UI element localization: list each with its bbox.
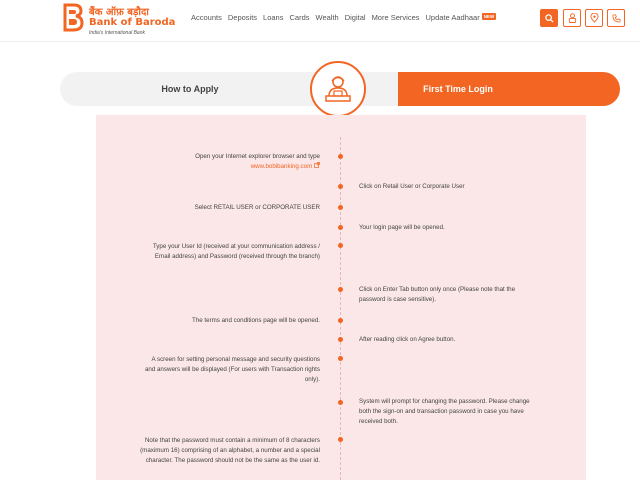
timeline-dot: [338, 205, 343, 210]
brand-name: Bank of Baroda: [89, 17, 176, 28]
tab-first-time-login-label: First Time Login: [423, 84, 493, 94]
main-nav: Accounts Deposits Loans Cards Wealth Dig…: [191, 13, 502, 22]
location-icon: [589, 13, 599, 23]
site-header: बैंक ऑफ़ बड़ौदा Bank of Baroda India's I…: [0, 0, 640, 42]
nav-digital[interactable]: Digital: [345, 13, 366, 22]
account-button[interactable]: [563, 9, 581, 27]
step-1: Open your Internet explorer browser and …: [140, 152, 320, 172]
new-badge: NEW: [481, 13, 497, 20]
step-5: Type your User Id (received at your comm…: [152, 243, 320, 260]
timeline-dot: [338, 337, 343, 342]
nav-update-aadhaar[interactable]: Update Aadhaar NEW: [426, 13, 497, 22]
tab-how-to-apply[interactable]: How to Apply: [60, 72, 340, 106]
timeline-dot: [338, 356, 343, 361]
brand-tagline: India's International Bank: [89, 30, 145, 36]
step-4: Your login page will be opened.: [359, 224, 445, 231]
timeline-dot: [338, 225, 343, 230]
tab-how-to-apply-label: How to Apply: [161, 84, 219, 94]
step-6: Click on Enter Tab button only once (Ple…: [359, 286, 516, 303]
timeline-dot: [338, 154, 343, 159]
phone-icon: [611, 13, 621, 23]
bobibanking-link-text: www.bobibanking.com: [250, 163, 313, 170]
nav-update-aadhaar-label: Update Aadhaar: [425, 13, 480, 22]
brand-hindi: बैंक ऑफ़ बड़ौदा: [89, 7, 149, 18]
tab-center-badge: [310, 61, 366, 117]
nav-cards[interactable]: Cards: [289, 13, 309, 22]
locate-button[interactable]: [585, 9, 603, 27]
agent-icon: [325, 76, 351, 102]
step-1-text: Open your Internet explorer browser and …: [195, 153, 320, 160]
timeline-dot: [338, 287, 343, 292]
step-9: A screen for setting personal message an…: [144, 356, 320, 383]
timeline-dot: [338, 184, 343, 189]
contact-button[interactable]: [607, 9, 625, 27]
search-icon: [544, 13, 554, 23]
step-2: Click on Retail User or Corporate User: [359, 183, 465, 190]
bob-logo-icon: [63, 3, 84, 32]
external-link-icon: [314, 162, 320, 168]
nav-more-services[interactable]: More Services: [372, 13, 420, 22]
step-7: The terms and conditions page will be op…: [192, 317, 320, 324]
step-3: Select RETAIL USER or CORPORATE USER: [194, 204, 320, 211]
nav-wealth[interactable]: Wealth: [316, 13, 339, 22]
timeline-dot: [338, 318, 343, 323]
bank-logo[interactable]: बैंक ऑफ़ बड़ौदा Bank of Baroda India's I…: [62, 2, 192, 40]
step-11: Note that the password must contain a mi…: [140, 437, 320, 464]
step-10: System will prompt for changing the pass…: [359, 398, 530, 425]
timeline-dot: [338, 437, 343, 442]
user-icon: [568, 13, 576, 23]
nav-deposits[interactable]: Deposits: [228, 13, 257, 22]
tab-first-time-login[interactable]: First Time Login: [398, 72, 620, 106]
timeline-dot: [338, 400, 343, 405]
nav-accounts[interactable]: Accounts: [191, 13, 222, 22]
nav-loans[interactable]: Loans: [263, 13, 283, 22]
bobibanking-link[interactable]: www.bobibanking.com: [250, 162, 320, 170]
search-button[interactable]: [540, 9, 558, 27]
timeline-dot: [338, 243, 343, 248]
step-8: After reading click on Agree button.: [359, 336, 456, 343]
